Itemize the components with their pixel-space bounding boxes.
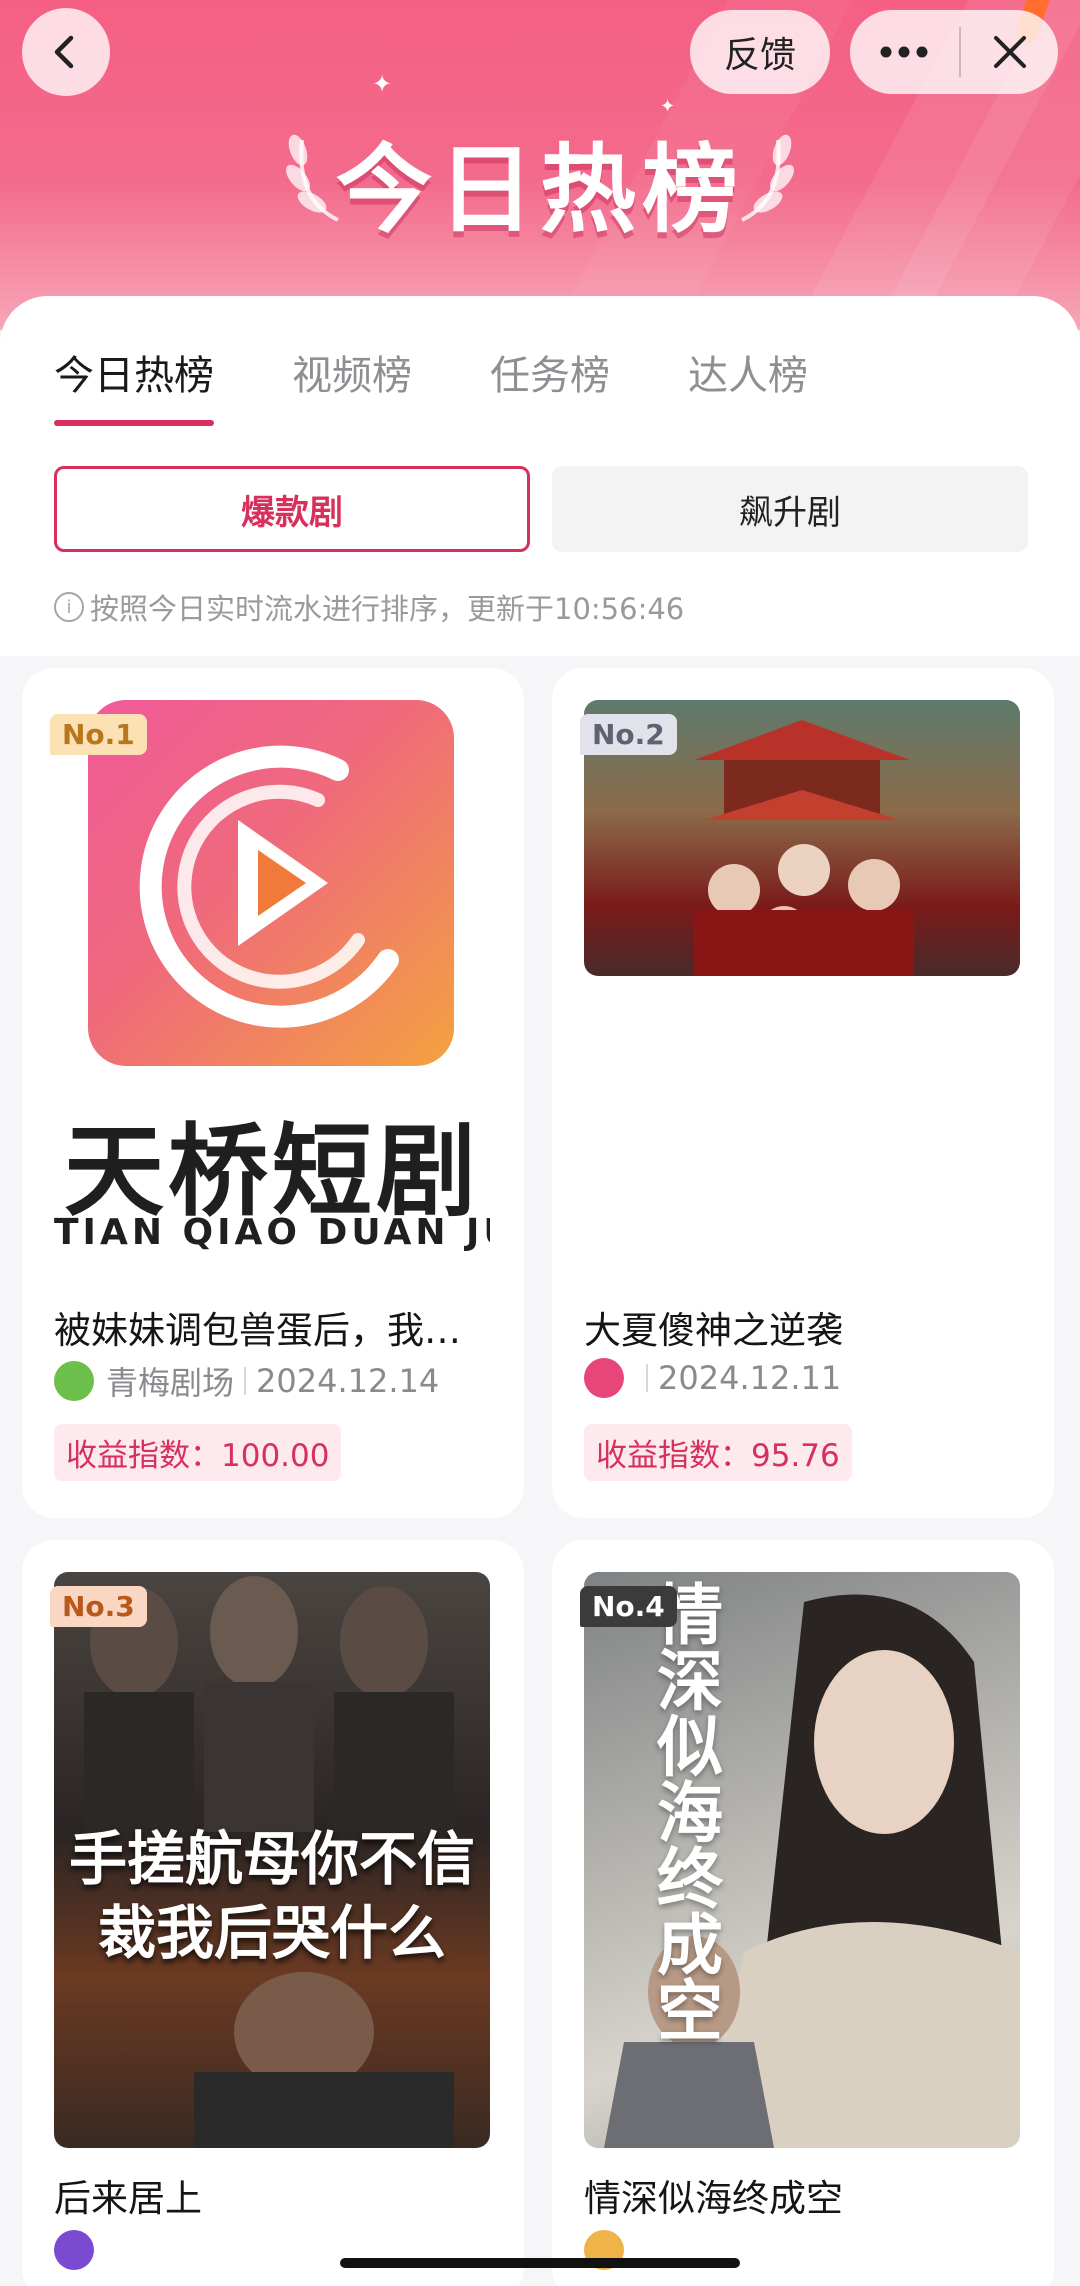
segment-hit-drama[interactable]: 爆款剧	[54, 466, 530, 552]
tianqiao-logo: 天桥短剧 TIAN QIAO DUAN JU	[54, 700, 490, 1276]
cover-image: 情深似海终成空	[584, 1572, 1020, 2148]
drama-card[interactable]: No.2 大夏傻神之逆袭 2024.12.11 收益指数：95.76	[552, 668, 1054, 1518]
rank-badge: No.1	[50, 714, 147, 755]
tab-creator[interactable]: 达人榜	[688, 346, 808, 436]
logo-text-en: TIAN QIAO DUAN JU	[54, 1212, 490, 1253]
close-icon[interactable]	[990, 32, 1030, 72]
release-date: 2024.12.11	[658, 1359, 842, 1397]
drama-title: 后来居上	[54, 2177, 202, 2220]
more-icon[interactable]	[878, 44, 930, 60]
hero-title: 今日热榜	[336, 134, 744, 246]
page: 反馈 ✦ ✦ 今日热榜 今日热榜 视频榜 任务榜 达人榜 爆款剧 飙升剧 i 按…	[0, 0, 1080, 2286]
main-panel: 今日热榜 视频榜 任务榜 达人榜 爆款剧 飙升剧 i 按照今日实时流水进行排序，…	[0, 296, 1080, 2286]
drama-title: 情深似海终成空	[584, 2177, 843, 2220]
drama-meta	[54, 2230, 106, 2270]
tab-task[interactable]: 任务榜	[490, 346, 610, 436]
income-index-badge: 收益指数：100.00	[54, 1424, 342, 1481]
poster-title: 情深似海终成空	[646, 1580, 724, 2042]
drama-card[interactable]: 情深似海终成空 No.4 情深似海终成空	[552, 1540, 1054, 2286]
drama-cover[interactable]: 情深似海终成空	[584, 1572, 1020, 2148]
tab-today-hot[interactable]: 今日热榜	[54, 346, 214, 436]
poster-title: 手搓航母你不信裁我后哭什么	[68, 1825, 475, 1967]
ranking-tabs: 今日热榜 视频榜 任务榜 达人榜	[54, 346, 886, 436]
rank-badge: No.2	[580, 714, 677, 755]
info-icon: i	[54, 592, 84, 622]
header-banner: 反馈 ✦ ✦ 今日热榜	[0, 0, 1080, 330]
drama-card[interactable]: 手搓航母你不信裁我后哭什么 No.3 后来居上	[22, 1540, 524, 2286]
rank-badge: No.4	[580, 1586, 677, 1627]
source-avatar	[584, 1358, 624, 1398]
drama-meta: 青梅剧场 2024.12.14	[54, 1358, 439, 1404]
release-date: 2024.12.14	[256, 1362, 440, 1400]
meta-divider	[646, 1364, 648, 1392]
feedback-button[interactable]: 反馈	[690, 10, 830, 94]
drama-card[interactable]: 天桥短剧 TIAN QIAO DUAN JU No.1 被妹妹调包兽蛋后，我… …	[22, 668, 524, 1518]
meta-divider	[244, 1367, 247, 1395]
play-logo-icon	[139, 745, 399, 1028]
sort-note: i 按照今日实时流水进行排序，更新于10:56:46	[54, 586, 684, 628]
capsule-divider	[959, 27, 961, 77]
chevron-left-icon	[54, 35, 74, 69]
app-icon	[88, 700, 454, 1066]
source-name: 青梅剧场	[106, 1364, 235, 1402]
cover-image: 手搓航母你不信裁我后哭什么	[54, 1572, 490, 2148]
source-avatar	[54, 2230, 94, 2270]
back-button[interactable]	[22, 8, 110, 96]
sort-note-text: 按照今日实时流水进行排序，更新于10:56:46	[90, 592, 685, 626]
segment-rising-drama[interactable]: 飙升剧	[552, 466, 1028, 552]
drama-title: 大夏傻神之逆袭	[584, 1309, 843, 1352]
income-index-badge: 收益指数：95.76	[584, 1424, 852, 1481]
home-indicator	[340, 2258, 740, 2268]
drama-meta: 2024.12.11	[584, 1358, 841, 1398]
source-avatar	[54, 1361, 94, 1401]
mini-program-capsule	[850, 10, 1058, 94]
drama-cover[interactable]: 天桥短剧 TIAN QIAO DUAN JU	[54, 700, 490, 1276]
rank-badge: No.3	[50, 1586, 147, 1627]
tab-video[interactable]: 视频榜	[292, 346, 412, 436]
drama-title: 被妹妹调包兽蛋后，我…	[54, 1309, 461, 1352]
drama-cover[interactable]: 手搓航母你不信裁我后哭什么	[54, 1572, 490, 2148]
sparkle-icon: ✦	[372, 70, 393, 98]
